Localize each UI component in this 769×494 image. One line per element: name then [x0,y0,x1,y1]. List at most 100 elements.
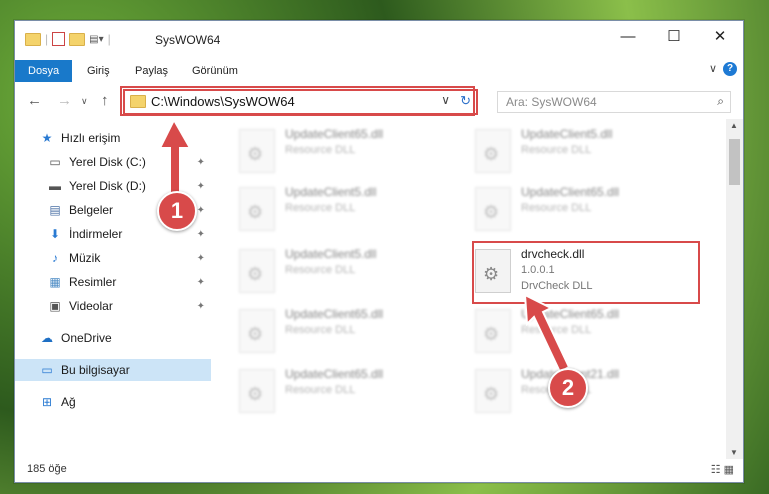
status-bar: 185 öğe ☷▦ [15,459,743,482]
music-icon: ♪ [52,251,58,265]
nav-item-network[interactable]: ⊞ Ağ [15,391,211,413]
nav-item-onedrive[interactable]: ☁ OneDrive [15,327,211,349]
videos-icon: ▣ [49,299,61,313]
file-name: UpdateClient5.dll [285,247,377,261]
file-description: Resource DLL [521,202,592,214]
vertical-scrollbar[interactable]: ▲ ▼ [726,119,743,459]
tab-home[interactable]: Giriş [78,60,119,82]
title-bar: | ▤▾ | SysWOW64 — ☐ ✕ [15,21,743,57]
quick-access-toolbar: | ▤▾ | [25,32,111,46]
new-folder-icon[interactable] [69,32,86,46]
item-count: 185 öğe [27,463,67,475]
nav-item-label: Yerel Disk (D:) [69,179,146,193]
minimize-button[interactable]: — [605,21,651,51]
recent-chevron-icon[interactable]: ∨ [81,96,88,107]
nav-item-label: Yerel Disk (C:) [69,155,146,169]
maximize-button[interactable]: ☐ [651,21,697,51]
up-icon[interactable]: ↑ [101,92,109,109]
nav-item-this-pc[interactable]: ▭ Bu bilgisayar [15,359,211,381]
file-tile[interactable]: ⚙ UpdateClient5.dll Resource DLL [475,123,695,179]
nav-item-label: Belgeler [69,203,114,217]
back-icon[interactable]: ← [27,92,42,109]
drive-icon: ▭ [49,155,61,169]
file-tile[interactable]: ⚙ UpdateClient65.dll Resource DLL [475,181,695,237]
search-input[interactable]: Ara: SysWOW64 ⌕ [497,91,731,113]
nav-item-label: Ağ [61,395,76,409]
window-title: SysWOW64 [155,33,221,47]
tab-view[interactable]: Görünüm [183,60,247,82]
properties-icon[interactable] [52,32,66,46]
cloud-icon: ☁ [41,331,53,345]
nav-item-quick-access[interactable]: ★ Hızlı erişim [15,127,211,149]
pin-icon: ✦ [196,276,205,288]
file-description: Resource DLL [521,144,592,156]
file-tile[interactable]: ⚙ UpdateClient65.dll Resource DLL [239,303,459,359]
highlight-box-address [120,86,475,116]
file-tile[interactable]: ⚙ UpdateClient65.dll Resource DLL [239,123,459,179]
drive-icon: ▬ [49,179,61,193]
file-tile[interactable]: ⚙ UpdateClient65.dll Resource DLL [239,363,459,419]
folder-icon [25,32,41,46]
pictures-icon: ▦ [49,275,61,289]
network-icon: ⊞ [41,395,53,409]
nav-item-label: Müzik [69,251,101,265]
file-name: UpdateClient65.dll [285,127,384,141]
download-icon: ⬇ [49,227,61,241]
nav-item-pictures[interactable]: ▦ Resimler ✦ [15,271,211,293]
nav-item-local-disk-c[interactable]: ▭ Yerel Disk (C:) ✦ [15,151,211,173]
search-icon: ⌕ [717,94,724,108]
step-badge-1: 1 [157,191,197,231]
file-name: UpdateClient65.dll [521,185,620,199]
nav-item-label: Videolar [69,299,113,313]
view-toggle-icons[interactable]: ☷▦ [711,463,737,476]
computer-icon: ▭ [41,363,53,377]
file-description: Resource DLL [521,324,592,336]
dll-file-icon: ⚙ [239,309,275,353]
dll-file-icon: ⚙ [239,249,275,293]
pin-icon: ✦ [196,204,205,216]
nav-item-label: İndirmeler [69,227,123,241]
forward-icon[interactable]: → [57,92,72,109]
nav-item-label: OneDrive [61,331,112,345]
tab-file[interactable]: Dosya [15,60,73,82]
nav-item-label: Bu bilgisayar [61,363,130,377]
navigation-pane: ★ Hızlı erişim ▭ Yerel Disk (C:) ✦ ▬ Yer… [15,119,212,459]
nav-item-label: Hızlı erişim [61,131,121,145]
file-name: UpdateClient65.dll [285,367,384,381]
nav-item-videos[interactable]: ▣ Videolar ✦ [15,295,211,317]
file-tile[interactable]: ⚙ UpdateClient5.dll Resource DLL [239,243,459,299]
file-name: UpdateClient5.dll [521,127,613,141]
file-description: Resource DLL [285,144,356,156]
dll-file-icon: ⚙ [475,309,511,353]
file-description: Resource DLL [285,324,356,336]
scroll-up-icon[interactable]: ▲ [730,121,738,130]
file-tile[interactable]: ⚙ UpdateClient5.dll Resource DLL [239,181,459,237]
chevron-down-icon[interactable]: ∨ [709,62,717,75]
file-tile[interactable]: ⚙ UpdateClient65.dll Resource DLL [475,303,695,359]
file-description: Resource DLL [285,264,356,276]
star-icon: ★ [41,131,53,145]
tab-share[interactable]: Paylaş [126,60,177,82]
separator: | [107,32,111,46]
help-icon[interactable]: ? [723,62,737,76]
search-placeholder: Ara: SysWOW64 [506,95,597,109]
scrollbar-thumb[interactable] [729,139,740,185]
step-badge-2: 2 [548,368,588,408]
dll-file-icon: ⚙ [239,129,275,173]
customize-icon[interactable]: ▤▾ [89,34,103,45]
file-name: UpdateClient5.dll [285,185,377,199]
pin-icon: ✦ [196,156,205,168]
scroll-down-icon[interactable]: ▼ [730,448,738,457]
nav-item-label: Resimler [69,275,117,289]
file-name: UpdateClient65.dll [521,307,620,321]
ribbon: Dosya Giriş Paylaş Görünüm ∨ ? [15,57,743,84]
highlight-box-file [472,241,700,304]
file-description: Resource DLL [285,384,356,396]
documents-icon: ▤ [49,203,61,217]
pin-icon: ✦ [196,180,205,192]
dll-file-icon: ⚙ [475,187,511,231]
separator: | [45,32,49,46]
file-description: Resource DLL [285,202,356,214]
nav-item-music[interactable]: ♪ Müzik ✦ [15,247,211,269]
close-button[interactable]: ✕ [697,21,743,51]
